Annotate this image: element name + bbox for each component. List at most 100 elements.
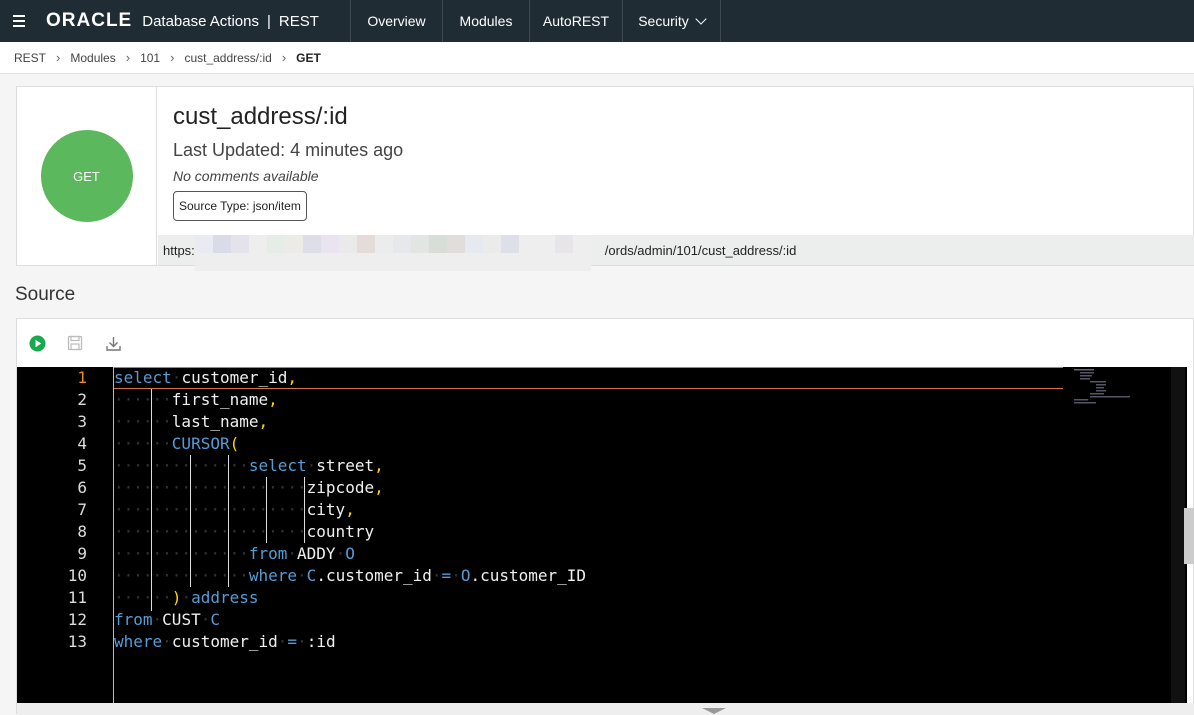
side-panel-toggle[interactable] — [1184, 508, 1194, 564]
line-number: 10 — [67, 566, 87, 585]
code-token: ·············· — [114, 456, 249, 475]
url-prefix: https: — [163, 242, 195, 258]
nav-autorest-label: AutoREST — [542, 13, 610, 29]
code-token: · — [335, 544, 346, 563]
code-token: country — [306, 522, 375, 541]
code-token: · — [287, 544, 298, 563]
code-token: ADDY — [297, 544, 336, 563]
code-token: ·············· — [114, 544, 249, 563]
source-editor-panel: 1 2 3 4 5 6 7 8 9 10 11 12 13 select·customer_id, ···… — [16, 318, 1194, 715]
code-token: street — [316, 456, 375, 475]
code-token: · — [171, 368, 182, 387]
chevron-right-icon: › — [125, 50, 131, 65]
chevron-right-icon: › — [281, 50, 287, 65]
line-number-gutter: 1 2 3 4 5 6 7 8 9 10 11 12 13 — [17, 367, 113, 703]
line-number: 3 — [77, 412, 87, 431]
code-token: · — [297, 566, 307, 585]
oracle-logo: ORACLE — [46, 10, 133, 31]
line-number: 12 — [67, 610, 87, 629]
code-token: , — [258, 412, 269, 431]
nav-security[interactable]: Security — [622, 0, 721, 42]
code-token: C — [210, 610, 220, 629]
code-line: ··············where·C.customer_id·=·O.cu… — [114, 565, 586, 587]
code-token: last_name — [171, 412, 259, 431]
save-icon[interactable] — [65, 333, 85, 353]
hamburger-menu-icon[interactable] — [0, 0, 38, 42]
nav-overview[interactable]: Overview — [350, 0, 442, 42]
code-token: where — [114, 632, 163, 651]
code-line: select·customer_id, — [114, 367, 297, 389]
handler-url[interactable]: https: /ords/admin/101/cust_address/:id — [158, 235, 1194, 271]
code-token: · — [431, 566, 442, 585]
download-icon[interactable] — [103, 333, 123, 353]
breadcrumb-template[interactable]: cust_address/:id — [184, 51, 271, 65]
code-editor[interactable]: 1 2 3 4 5 6 7 8 9 10 11 12 13 select·customer_id, ···… — [17, 367, 1187, 703]
handler-card: GET cust_address/:id Last Updated: 4 min… — [16, 86, 1194, 271]
code-token: :id — [306, 632, 336, 651]
source-heading: Source — [15, 284, 76, 305]
code-token: ) — [171, 588, 182, 607]
play-circle-icon[interactable] — [27, 333, 47, 353]
nav-autorest[interactable]: AutoREST — [529, 0, 622, 42]
code-token: ···················· — [114, 500, 307, 519]
code-token: ······ — [114, 588, 172, 607]
chevron-right-icon: › — [170, 50, 175, 65]
code-token: ( — [229, 434, 240, 453]
code-token: · — [162, 632, 172, 651]
code-token: ······ — [114, 390, 172, 409]
code-token: ······ — [114, 434, 172, 453]
code-token: , — [268, 390, 278, 409]
top-navigation-bar: ORACLE Database Actions | REST Overview … — [0, 0, 1194, 42]
code-token: , — [374, 456, 384, 475]
code-token: · — [200, 610, 211, 629]
product-name: Database Actions — [142, 12, 259, 30]
code-token: · — [181, 588, 192, 607]
url-redacted-region — [194, 235, 605, 271]
code-token: · — [277, 632, 288, 651]
code-token: customer_id — [171, 632, 278, 651]
handler-title: cust_address/:id — [173, 103, 348, 130]
code-line: ··············from·ADDY·O — [114, 543, 355, 565]
breadcrumb-module-101[interactable]: 101 — [140, 51, 160, 65]
area-name: REST — [278, 12, 319, 30]
code-token: from — [248, 544, 288, 563]
code-token: C — [306, 566, 317, 585]
line-number: 5 — [77, 456, 87, 475]
last-updated: Last Updated: 4 minutes ago — [173, 140, 404, 160]
method-box: GET — [17, 87, 157, 265]
nav-security-label: Security — [638, 13, 689, 29]
code-line: ······last_name, — [114, 411, 268, 433]
chevron-down-icon — [695, 13, 707, 25]
vertical-scrollbar[interactable] — [1171, 367, 1185, 703]
code-line: ··············select·street, — [114, 455, 384, 477]
code-line: where·customer_id·=·:id — [114, 631, 336, 653]
line-number: 2 — [77, 390, 87, 409]
code-token: zipcode — [306, 478, 375, 497]
horizontal-scrollbar[interactable] — [17, 703, 1194, 715]
code-token: from — [114, 610, 153, 629]
source-type-badge: Source Type: json/item — [173, 191, 307, 221]
breadcrumb: REST › Modules › 101 › cust_address/:id … — [0, 42, 1194, 74]
code-token: , — [345, 500, 355, 519]
code-line: ······)·address — [114, 587, 259, 609]
url-suffix: /ords/admin/101/cust_address/:id — [604, 242, 797, 258]
code-token: address — [191, 588, 259, 607]
code-token: ···················· — [114, 522, 307, 541]
chevron-right-icon: › — [56, 50, 61, 65]
code-token: , — [287, 368, 298, 387]
code-line: ······CURSOR( — [114, 433, 239, 455]
code-token: · — [451, 566, 461, 585]
code-token: = — [287, 632, 298, 651]
nav-modules[interactable]: Modules — [442, 0, 529, 42]
line-number: 11 — [67, 588, 87, 607]
code-token: where — [248, 566, 298, 585]
breadcrumb-modules[interactable]: Modules — [70, 51, 115, 65]
code-token: .customer_ID — [470, 566, 587, 585]
code-area[interactable]: select·customer_id, ······first_name, ····… — [113, 367, 1087, 703]
nav-overview-label: Overview — [367, 13, 426, 29]
resize-handle-icon[interactable] — [702, 708, 726, 714]
code-minimap[interactable] — [1072, 367, 1172, 407]
breadcrumb-rest[interactable]: REST — [14, 51, 46, 65]
code-line: ····················zipcode, — [114, 477, 384, 499]
code-token: select — [248, 456, 307, 475]
